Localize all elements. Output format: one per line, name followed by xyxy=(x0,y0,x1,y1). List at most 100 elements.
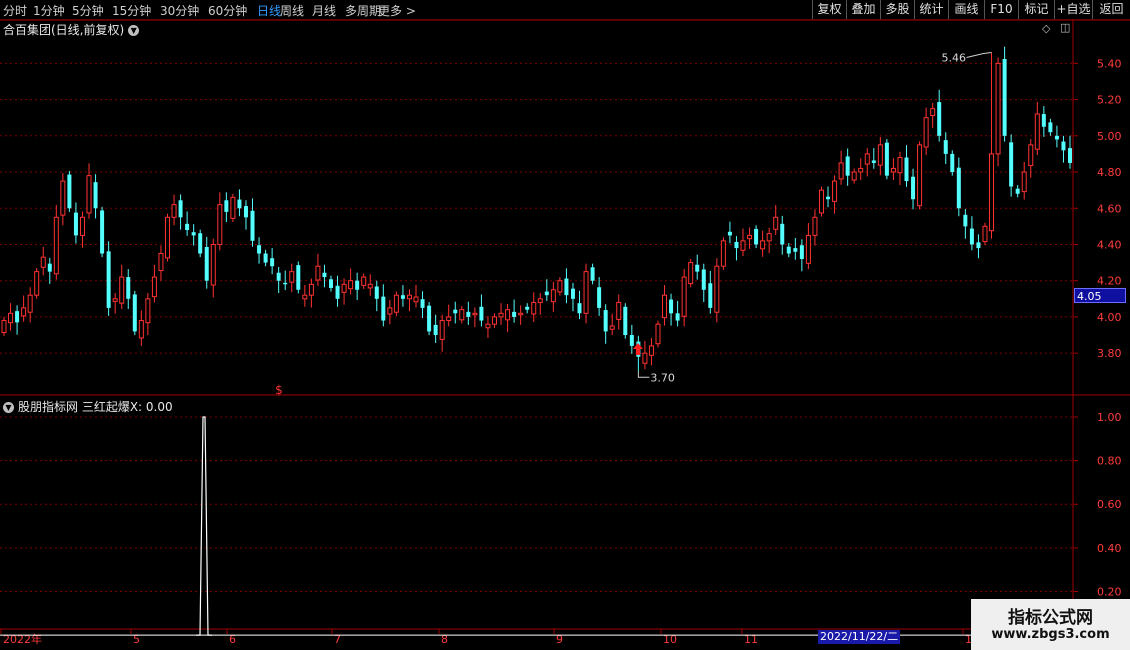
candle-body xyxy=(427,305,432,332)
candle-body xyxy=(884,142,889,176)
candle-body xyxy=(564,278,569,296)
y-tick-label: 4.00 xyxy=(1097,311,1122,324)
candle-body xyxy=(381,296,386,321)
candle-body xyxy=(439,320,445,340)
candle-body xyxy=(100,210,105,254)
candle-body xyxy=(871,160,876,163)
candle-body xyxy=(453,309,458,314)
candle-body xyxy=(145,298,151,324)
candle-body xyxy=(864,153,870,165)
candle-body xyxy=(119,276,125,304)
candle-body xyxy=(40,256,46,268)
candle-body xyxy=(793,248,798,252)
watermark-url: www.zbgs3.com xyxy=(991,627,1110,642)
y-tick-label: 4.60 xyxy=(1097,202,1122,215)
candle-body xyxy=(897,157,903,174)
candle-body xyxy=(210,243,216,286)
candle-body xyxy=(851,171,857,181)
candle-body xyxy=(805,234,811,264)
candle-body xyxy=(446,316,452,322)
candle-body xyxy=(93,182,98,209)
candle-body xyxy=(1041,114,1046,127)
candle-body xyxy=(877,144,883,166)
candle-body xyxy=(243,206,248,218)
candle-body xyxy=(322,272,327,278)
candle-body xyxy=(308,283,314,296)
candle-body xyxy=(826,196,831,200)
current-price-label: 4.05 xyxy=(1074,288,1126,303)
candle-body xyxy=(727,231,732,236)
candle-body xyxy=(433,324,438,336)
candle-body xyxy=(518,312,524,316)
candle-body xyxy=(335,285,340,299)
candle-body xyxy=(400,295,405,299)
candle-body xyxy=(67,174,72,209)
candle-body xyxy=(681,276,687,317)
candle-body xyxy=(780,223,785,245)
candle-body xyxy=(740,240,746,251)
candle-body xyxy=(485,323,491,329)
candle-body xyxy=(648,345,654,356)
candle-body xyxy=(479,306,484,321)
candle-body xyxy=(976,242,981,249)
candle-body xyxy=(766,233,772,242)
candle-body xyxy=(302,294,308,300)
candle-body xyxy=(204,247,209,281)
y-tick-label: 0.80 xyxy=(1097,455,1122,468)
candle-body xyxy=(858,167,864,173)
candle-body xyxy=(616,301,622,320)
low-leader xyxy=(637,371,650,378)
candle-body xyxy=(355,280,360,290)
candle-body xyxy=(786,246,791,254)
candle-body xyxy=(1021,171,1027,193)
candle-body xyxy=(1048,122,1053,133)
candle-body xyxy=(531,301,537,315)
candle-body xyxy=(328,279,333,288)
candle-body xyxy=(361,276,367,286)
candle-body xyxy=(126,277,131,299)
candle-body xyxy=(662,294,668,319)
candle-body xyxy=(923,117,929,148)
high-annotation: 5.46 xyxy=(942,51,967,64)
candle-body xyxy=(112,298,118,302)
candle-body xyxy=(498,312,504,318)
candle-body xyxy=(956,167,961,209)
candle-body xyxy=(86,175,92,214)
y-tick-label: 5.20 xyxy=(1097,94,1122,107)
candle-body xyxy=(224,200,229,212)
high-leader xyxy=(966,51,992,58)
stock-chart[interactable]: 5.40 5.20 5.00 4.80 4.60 4.40 4.20 4.00 3.80 1.00… xyxy=(0,0,1130,650)
candle-body xyxy=(1,320,7,334)
candle-body xyxy=(845,156,850,176)
candle-body xyxy=(374,286,379,299)
candle-body xyxy=(257,245,262,254)
candle-body xyxy=(60,180,66,216)
y-tick-label: 4.80 xyxy=(1097,166,1122,179)
candle-body xyxy=(701,269,706,290)
candle-body xyxy=(296,265,301,290)
candle-body xyxy=(1002,59,1007,136)
candle-body xyxy=(276,272,281,281)
candle-body xyxy=(1009,142,1014,187)
candle-body xyxy=(832,180,838,202)
candle-body xyxy=(655,323,661,345)
candle-body xyxy=(982,225,988,243)
candle-body xyxy=(171,204,177,218)
candle-body xyxy=(393,294,399,313)
candle-body xyxy=(963,214,968,227)
candle-body xyxy=(623,306,628,336)
candle-body xyxy=(217,204,223,245)
candle-body xyxy=(1015,188,1020,194)
candle-body xyxy=(734,241,739,249)
y-tick-label: 0.20 xyxy=(1097,585,1122,598)
watermark-title: 指标公式网 xyxy=(1008,608,1093,628)
candle-body xyxy=(230,196,236,219)
candle-body xyxy=(348,280,354,290)
candle-body xyxy=(917,144,923,207)
candle-body xyxy=(747,234,753,240)
candle-body xyxy=(15,311,20,323)
candle-body xyxy=(773,216,779,230)
candle-body xyxy=(714,265,720,313)
y-tick-label: 3.80 xyxy=(1097,347,1122,360)
candle-body xyxy=(760,240,766,250)
